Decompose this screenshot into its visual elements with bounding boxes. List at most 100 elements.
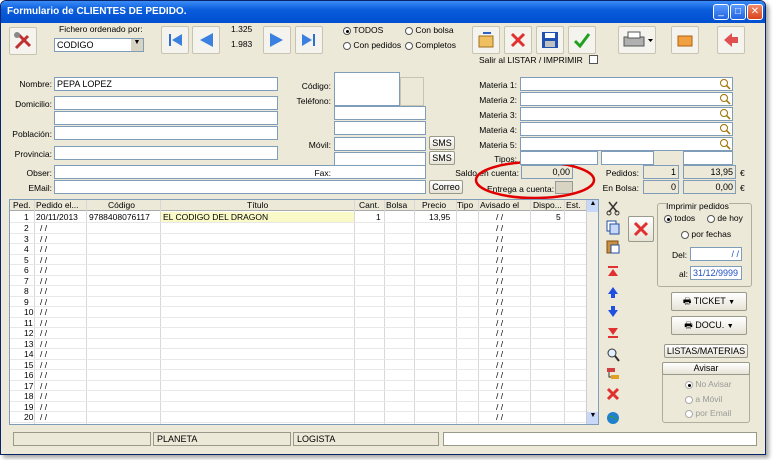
delete-icon[interactable] (504, 26, 532, 54)
sms-button-2[interactable]: SMS (429, 151, 455, 165)
exit-print-checkbox[interactable] (589, 55, 598, 64)
radio-print-todos[interactable] (664, 214, 672, 223)
col-titulo[interactable]: Título (247, 200, 268, 210)
col-pedido-el[interactable]: Pedido el... (36, 200, 79, 210)
cut-icon[interactable] (605, 200, 621, 216)
col-codigo[interactable]: Código (108, 200, 135, 210)
table-row[interactable]: 8 / / / / (10, 286, 590, 297)
filter-todos[interactable]: TODOS (343, 25, 383, 35)
radio-print-por-fechas[interactable] (681, 230, 689, 239)
save-icon[interactable] (536, 26, 564, 54)
sms-button-1[interactable]: SMS (429, 136, 455, 150)
domicilio2-input[interactable] (54, 111, 278, 125)
sort-select[interactable]: CODIGO ▼ (54, 38, 144, 52)
col-bolsa[interactable]: Bolsa (386, 200, 407, 210)
col-dispo[interactable]: Dispo... (533, 200, 562, 210)
tipos-input-3[interactable] (683, 151, 733, 165)
col-avisado[interactable]: Avisado el (480, 200, 519, 210)
del-input[interactable]: / / (690, 247, 742, 261)
table-row[interactable]: 18 / / / / (10, 391, 590, 402)
zoom-icon[interactable] (605, 347, 621, 363)
next-record-icon[interactable] (263, 26, 291, 54)
table-row[interactable]: 7 / / / / (10, 276, 590, 286)
table-row[interactable]: 12 / / / / (10, 328, 590, 339)
radio-por-email[interactable] (685, 409, 693, 418)
movil2-input[interactable] (334, 152, 426, 166)
exit-icon[interactable] (717, 26, 745, 54)
domicilio-input[interactable] (54, 96, 278, 110)
materia2-input[interactable] (520, 92, 733, 106)
filter-completos[interactable]: Completos (405, 40, 456, 50)
search-icon[interactable] (719, 93, 732, 105)
obser-input[interactable] (54, 165, 426, 179)
table-row[interactable]: 5 / / / / (10, 255, 590, 265)
table-scrollbar[interactable]: ▲ ▼ (586, 200, 598, 424)
last-record-icon[interactable] (295, 26, 323, 54)
print-de-hoy[interactable]: de hoy (707, 213, 743, 223)
table-row[interactable]: 19 / / / / (10, 402, 590, 412)
move-top-icon[interactable] (605, 264, 621, 280)
printer-icon[interactable] (618, 26, 656, 54)
first-record-icon[interactable] (161, 26, 189, 54)
telefono2-input[interactable] (334, 106, 426, 120)
poblacion-input[interactable] (54, 126, 278, 140)
orders-table[interactable]: Ped. Pedido el... Código Título Cant. Bo… (9, 199, 599, 425)
search-icon[interactable] (719, 78, 732, 90)
avisar-button[interactable]: Avisar (662, 362, 750, 375)
print-por-fechas[interactable]: por fechas (681, 229, 731, 239)
paste-icon[interactable] (605, 238, 621, 254)
table-row[interactable]: 4 / / / / (10, 244, 590, 255)
codigo-input[interactable] (334, 72, 400, 106)
table-row[interactable]: 15 / / / / (10, 360, 590, 370)
structure-icon[interactable] (605, 366, 621, 382)
col-tipo[interactable]: Tipo (457, 200, 473, 210)
col-precio[interactable]: Precio (422, 200, 446, 210)
accept-icon[interactable] (568, 26, 596, 54)
radio-no-avisar[interactable] (685, 380, 693, 389)
table-row[interactable]: 2 / / / / (10, 223, 590, 234)
search-icon[interactable] (719, 108, 732, 120)
maximize-button[interactable]: □ (730, 4, 746, 20)
tipos-input-2[interactable] (601, 151, 654, 165)
delete-row-icon[interactable] (628, 216, 654, 242)
tools-icon[interactable] (9, 27, 37, 55)
por-email[interactable]: por Email (685, 408, 731, 418)
radio-print-de-hoy[interactable] (707, 214, 715, 223)
provincia-input[interactable] (54, 146, 278, 160)
scroll-up-icon[interactable]: ▲ (587, 200, 598, 212)
scroll-down-icon[interactable]: ▼ (587, 412, 598, 424)
correo-button[interactable]: Correo (429, 180, 463, 194)
table-row[interactable]: 16 / / / / (10, 370, 590, 381)
search-icon[interactable] (719, 123, 732, 135)
materia3-input[interactable] (520, 107, 733, 121)
nombre-input[interactable]: PEPA LOPEZ (54, 77, 278, 91)
tipos-input-1[interactable] (520, 151, 598, 165)
move-down-icon[interactable] (605, 304, 621, 320)
filter-con-pedidos[interactable]: Con pedidos (343, 40, 401, 50)
table-row[interactable]: 9 / / / / (10, 297, 590, 307)
email-input[interactable] (54, 180, 426, 194)
table-row[interactable]: 10 / / / / (10, 307, 590, 318)
globe-icon[interactable] (605, 410, 621, 426)
table-row[interactable]: 20 / / / / (10, 412, 590, 423)
a-movil[interactable]: a Móvil (685, 394, 722, 404)
radio-a-movil[interactable] (685, 395, 693, 404)
minimize-button[interactable]: _ (713, 4, 729, 20)
table-row[interactable]: 11 / / / / (10, 318, 590, 328)
materia1-input[interactable] (520, 77, 733, 91)
search-icon[interactable] (719, 138, 732, 150)
close-button[interactable]: ✕ (747, 4, 763, 20)
table-row[interactable]: 17 / / / / (10, 381, 590, 391)
table-row[interactable]: 1 20/11/2013 9788408076117 EL CODIGO DEL… (10, 212, 590, 223)
radio-completos[interactable] (405, 41, 413, 50)
materia5-input[interactable] (520, 137, 733, 151)
edit-icon[interactable] (472, 26, 500, 54)
col-est[interactable]: Est. (566, 200, 581, 210)
al-input[interactable]: 31/12/9999 (690, 266, 742, 280)
radio-con-bolsa[interactable] (405, 26, 413, 35)
radio-con-pedidos[interactable] (343, 41, 351, 50)
movil-input[interactable] (334, 137, 426, 151)
table-row[interactable]: 6 / / / / (10, 265, 590, 276)
filter-con-bolsa[interactable]: Con bolsa (405, 25, 454, 35)
table-row[interactable]: 3 / / / / (10, 234, 590, 244)
